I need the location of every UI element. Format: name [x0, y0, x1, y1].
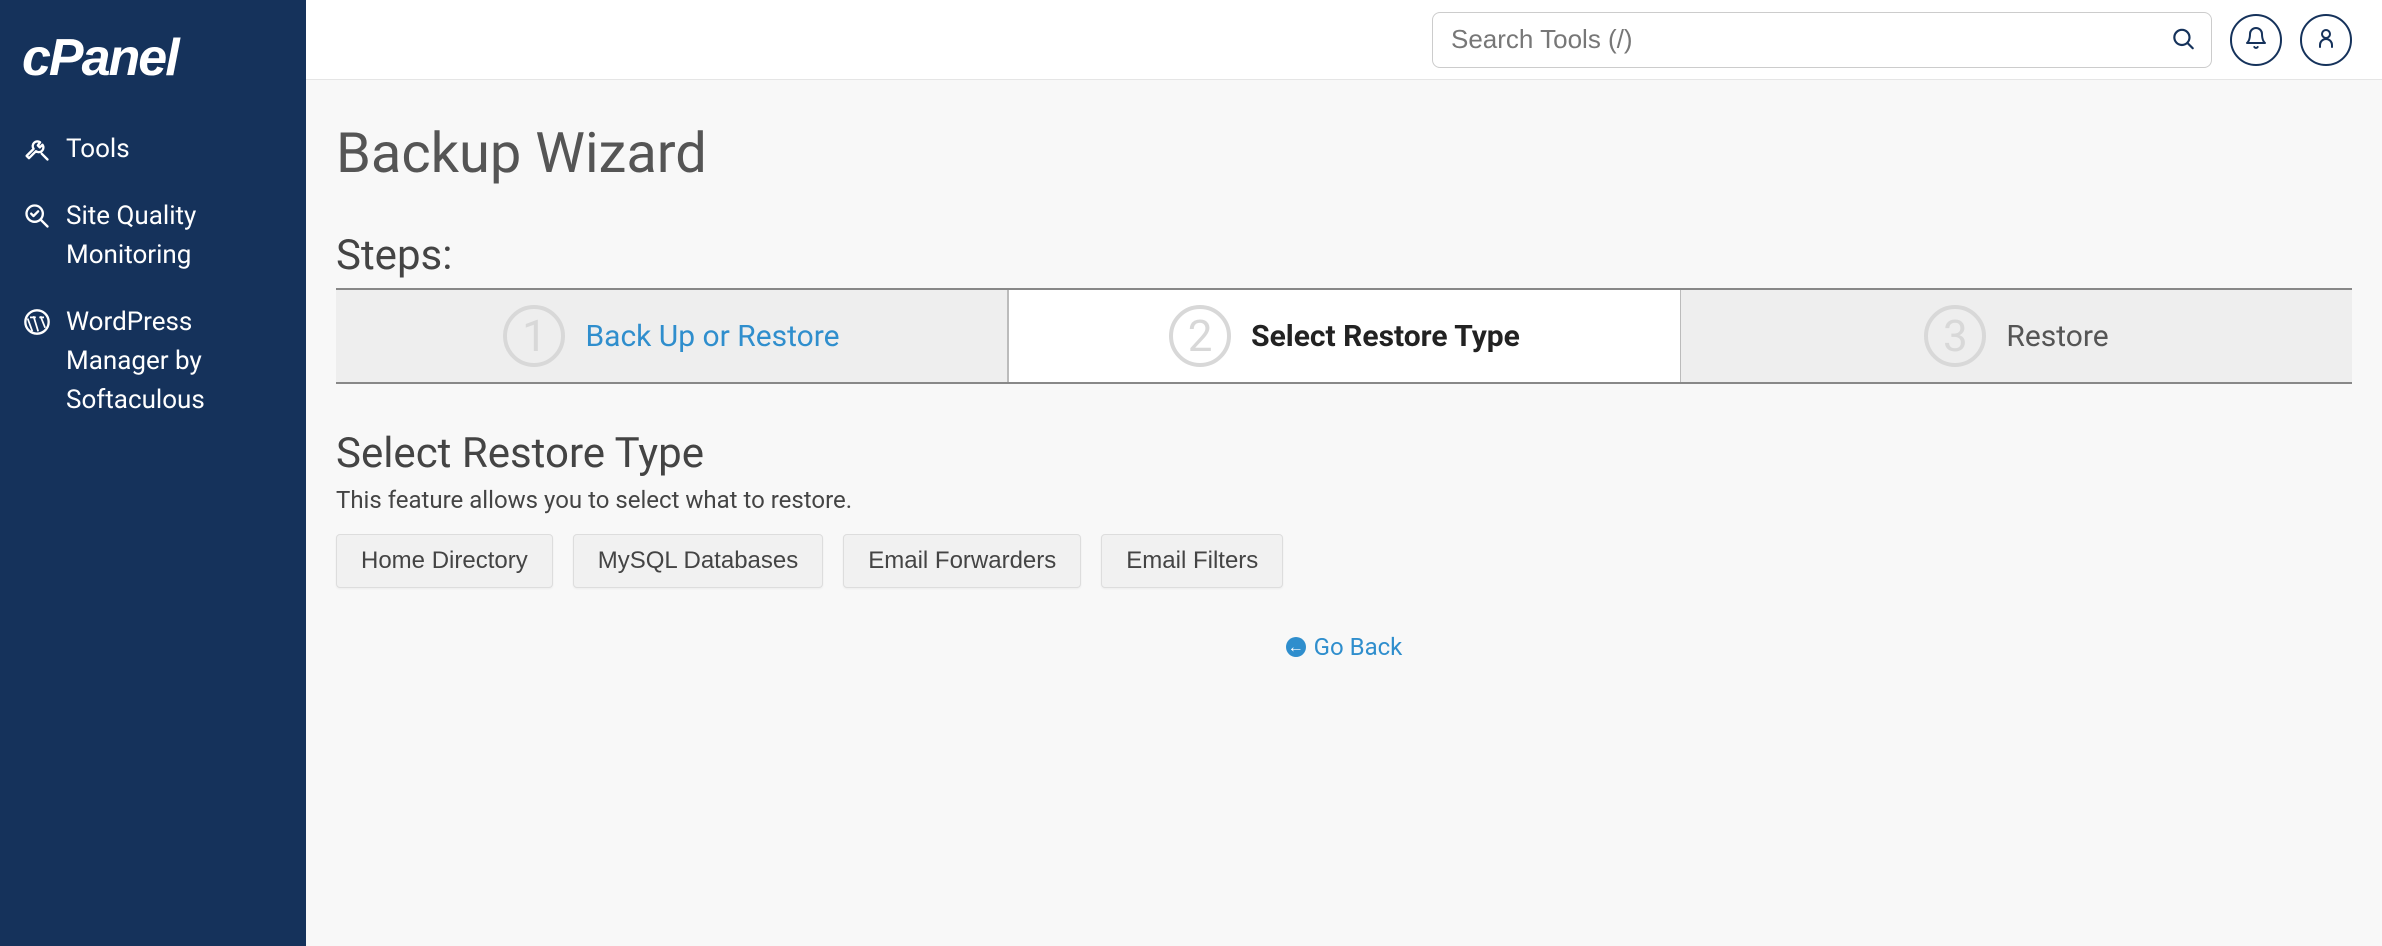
sidebar-item-label: Tools — [66, 130, 284, 169]
section-description: This feature allows you to select what t… — [336, 486, 2352, 514]
sidebar: cPanel Tools Site Quality Monitoring — [0, 0, 306, 946]
step-number: 2 — [1169, 305, 1231, 367]
steps-heading: Steps: — [336, 231, 2352, 280]
step-number: 1 — [503, 305, 565, 367]
account-button[interactable] — [2300, 14, 2352, 66]
sidebar-item-tools[interactable]: Tools — [22, 130, 284, 169]
option-email-forwarders[interactable]: Email Forwarders — [843, 534, 1081, 588]
svg-text:cPanel: cPanel — [22, 30, 181, 87]
go-back-container: ← Go Back — [336, 630, 2352, 661]
go-back-label: Go Back — [1314, 633, 1403, 661]
step-label: Restore — [2006, 319, 2108, 354]
step-1[interactable]: 1 Back Up or Restore — [336, 290, 1008, 382]
section-title: Select Restore Type — [336, 429, 2352, 478]
search-button[interactable] — [2170, 25, 2196, 54]
wordpress-icon — [22, 307, 52, 337]
tools-icon — [22, 134, 52, 164]
search-icon — [2170, 39, 2196, 54]
step-number: 3 — [1924, 305, 1986, 367]
page-title: Backup Wizard — [336, 120, 2352, 186]
search-container — [1432, 12, 2212, 68]
steps-row: 1 Back Up or Restore 2 Select Restore Ty… — [336, 288, 2352, 384]
step-3[interactable]: 3 Restore — [1681, 290, 2352, 382]
step-label: Back Up or Restore — [585, 319, 839, 354]
option-email-filters[interactable]: Email Filters — [1101, 534, 1283, 588]
option-home-directory[interactable]: Home Directory — [336, 534, 553, 588]
sidebar-item-label: Site Quality Monitoring — [66, 197, 284, 275]
user-icon — [2314, 26, 2338, 53]
notifications-button[interactable] — [2230, 14, 2282, 66]
magnifier-check-icon — [22, 201, 52, 231]
arrow-left-circle-icon: ← — [1286, 637, 1306, 657]
brand-logo[interactable]: cPanel — [22, 30, 284, 90]
restore-options: Home Directory MySQL Databases Email For… — [336, 534, 2352, 588]
bell-icon — [2244, 26, 2268, 53]
main-area: Backup Wizard Steps: 1 Back Up or Restor… — [306, 0, 2382, 946]
step-2[interactable]: 2 Select Restore Type — [1008, 290, 1681, 382]
sidebar-item-site-quality[interactable]: Site Quality Monitoring — [22, 197, 284, 275]
option-mysql-databases[interactable]: MySQL Databases — [573, 534, 824, 588]
step-label: Select Restore Type — [1251, 319, 1520, 354]
go-back-link[interactable]: ← Go Back — [1286, 633, 1403, 661]
topbar — [306, 0, 2382, 80]
search-input[interactable] — [1432, 12, 2212, 68]
sidebar-item-label: WordPress Manager by Softaculous — [66, 303, 284, 420]
sidebar-item-wordpress[interactable]: WordPress Manager by Softaculous — [22, 303, 284, 420]
